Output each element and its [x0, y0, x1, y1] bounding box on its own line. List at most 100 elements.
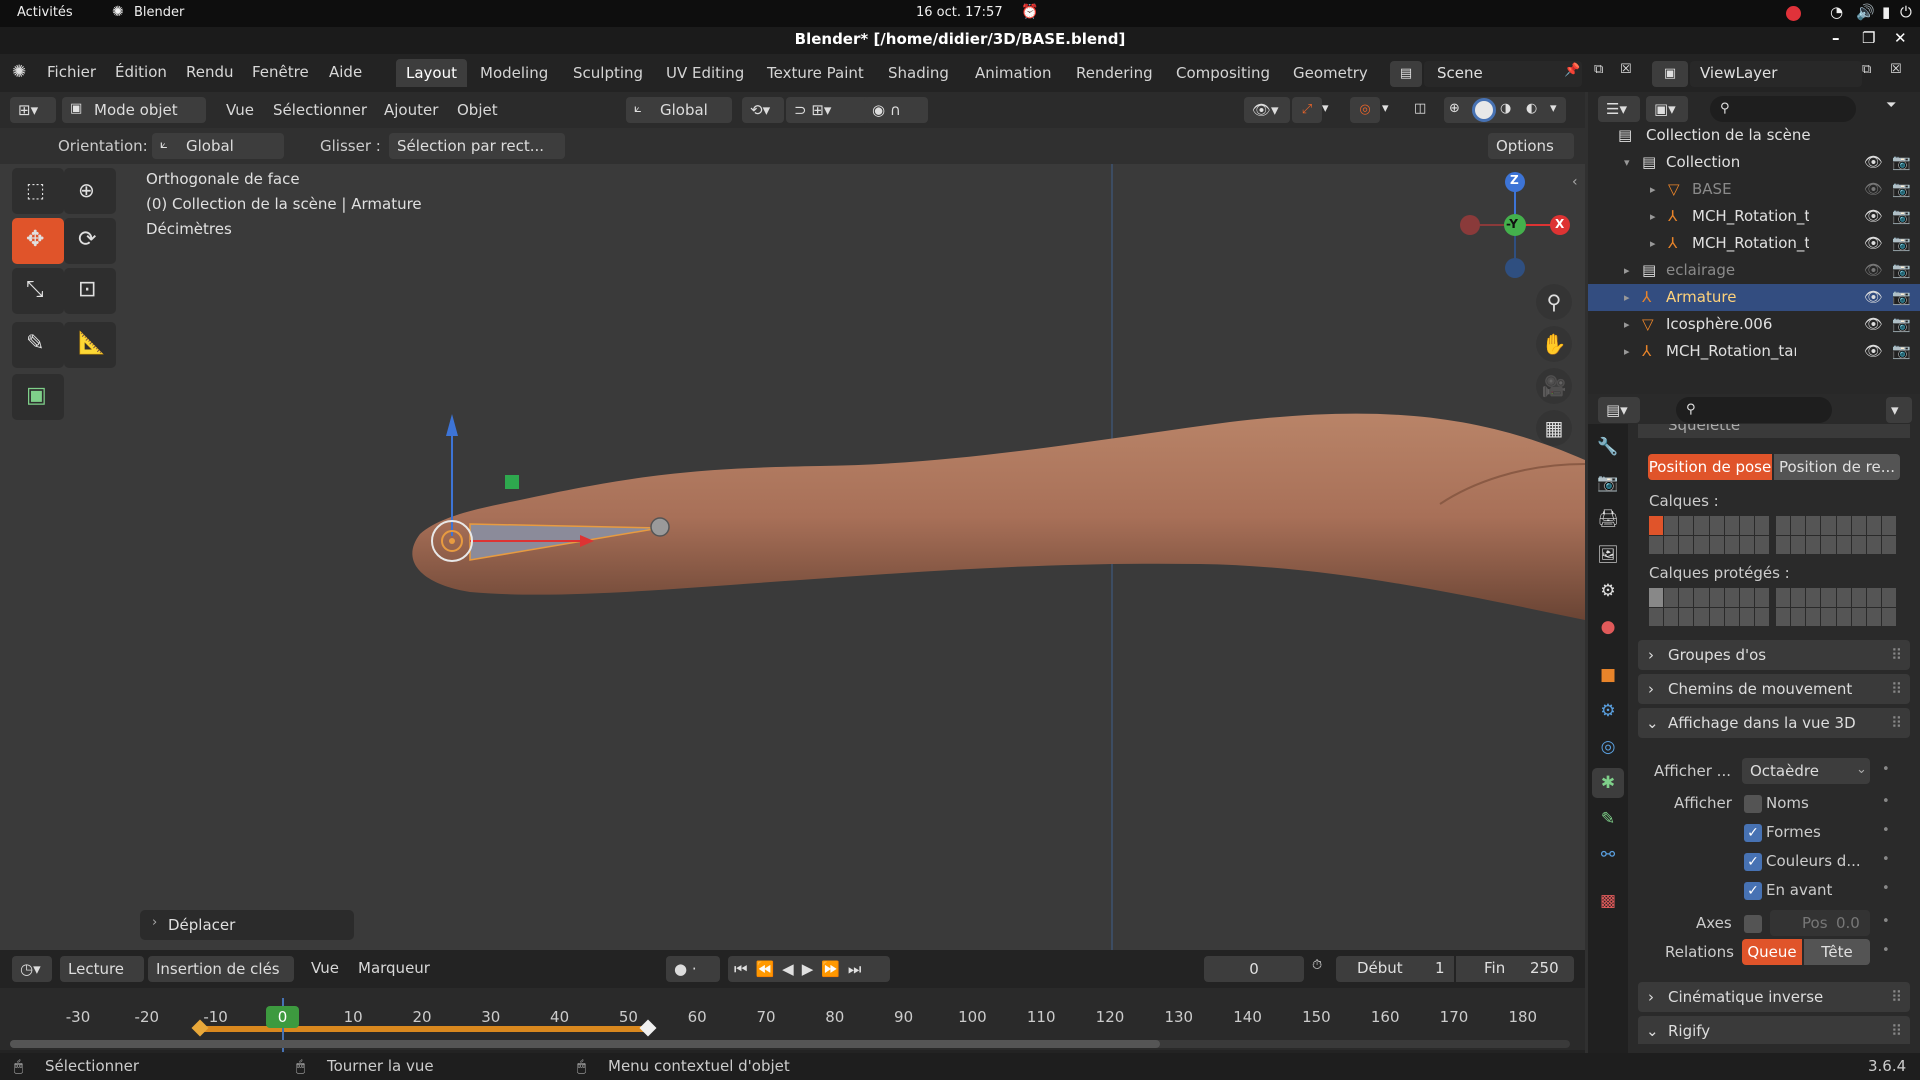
blender-menu-icon[interactable]: ✺ [12, 62, 26, 82]
visibility-eye-icon[interactable]: 👁 [1864, 149, 1883, 176]
render-camera-icon[interactable]: 📷 [1892, 257, 1911, 284]
filter-icon[interactable]: ⏷ [1886, 98, 1896, 113]
tail-button[interactable]: Queue [1742, 939, 1802, 965]
properties-search-input[interactable]: ⚲ [1676, 397, 1832, 423]
outliner-row[interactable]: ▸ ⅄ MCH_Rotation_target 👁 📷 [1588, 338, 1920, 365]
render-camera-icon[interactable]: 📷 [1892, 203, 1911, 230]
tab-sculpting[interactable]: Sculpting [563, 59, 653, 87]
volume-icon[interactable]: 🔊 [1856, 3, 1875, 21]
menu-file[interactable]: Fichier [47, 63, 96, 81]
menu-keying[interactable]: Insertion de clés [148, 956, 294, 982]
proportional-edit-icon[interactable]: ◉ ∩ [864, 97, 928, 123]
keyframe-dot-icon[interactable]: • [1882, 943, 1890, 958]
pose-position-button[interactable]: Position de pose [1648, 454, 1772, 480]
pivot-point-icon[interactable]: ⟲▾ [742, 97, 784, 123]
menu-view[interactable]: Vue [226, 101, 254, 119]
pan-hand-icon[interactable]: ✋ [1536, 326, 1572, 362]
activities-button[interactable]: Activités [17, 5, 73, 20]
render-camera-icon[interactable]: 📷 [1892, 338, 1911, 365]
xray-icon[interactable]: ◫ [1414, 101, 1426, 116]
transform-orientation-dropdown[interactable]: Global [626, 97, 732, 123]
new-view-layer-icon[interactable]: ⧉ [1862, 62, 1871, 77]
drag-dropdown[interactable]: Sélection par rect... [389, 133, 565, 159]
outliner-search-input[interactable]: ⚲ [1710, 96, 1856, 122]
cursor-tool[interactable]: ⊕ [64, 168, 116, 214]
timeline-editor-type-icon[interactable]: ◷▾ [12, 956, 52, 982]
tab-texture-paint[interactable]: Texture Paint [757, 59, 874, 87]
record-indicator-icon[interactable] [1786, 6, 1801, 21]
maximize-icon[interactable]: ❐ [1862, 29, 1875, 47]
menu-playback[interactable]: Lecture [60, 956, 144, 982]
keyframe-dot-icon[interactable]: • [1882, 794, 1890, 809]
options-dropdown[interactable]: Options [1488, 133, 1574, 159]
chevron-right-icon[interactable]: ▸ [1650, 176, 1656, 203]
chevron-right-icon[interactable]: ▸ [1624, 284, 1630, 311]
drag-handle-icon[interactable]: ⠿ [1891, 674, 1902, 704]
scene-selector-icon[interactable]: ▤ [1390, 61, 1422, 87]
visibility-eye-icon[interactable]: 👁 [1864, 257, 1883, 284]
shading-dropdown-icon[interactable]: ▾ [1550, 101, 1557, 116]
delete-scene-icon[interactable]: ☒ [1620, 62, 1632, 77]
gizmo-toggle-icon[interactable]: ⤢ [1292, 97, 1322, 123]
zoom-icon[interactable]: ⚲ [1536, 284, 1572, 320]
playhead-frame[interactable]: 0 [266, 1006, 299, 1028]
solid-shading-icon[interactable] [1472, 98, 1496, 122]
visibility-eye-icon[interactable]: 👁 [1864, 311, 1883, 338]
in-front-checkbox[interactable]: ✓ [1744, 882, 1762, 900]
properties-options-icon[interactable]: ▾ [1886, 397, 1912, 423]
outliner-row[interactable]: ▸ ⅄ MCH_Rotation_ta 👁 📷 [1588, 203, 1920, 230]
tab-rendering[interactable]: Rendering [1066, 59, 1163, 87]
drag-handle-icon[interactable]: ⠿ [1891, 982, 1902, 1012]
outliner-row[interactable]: ▾ ▤ Collection 👁 📷 [1588, 149, 1920, 176]
render-camera-icon[interactable]: 📷 [1892, 311, 1911, 338]
names-checkbox[interactable] [1744, 795, 1762, 813]
drag-handle-icon[interactable]: ⠿ [1891, 708, 1902, 738]
chevron-down-icon[interactable]: ▾ [1624, 149, 1630, 176]
output-tab-icon[interactable]: 🖨 [1592, 504, 1624, 534]
tab-geometry-nodes[interactable]: Geometry N [1283, 59, 1379, 87]
outliner-row[interactable]: ▸ ⅄ MCH_Rotation_ta 👁 📷 [1588, 230, 1920, 257]
move-tool[interactable]: ✥ [12, 218, 64, 264]
physics-tab-icon[interactable]: ◎ [1592, 732, 1624, 762]
drag-handle-icon[interactable]: ⠿ [1891, 1016, 1902, 1046]
clock[interactable]: 16 oct. 17:57 [916, 5, 1003, 20]
keyframe-dot-icon[interactable]: • [1882, 852, 1890, 867]
preview-range-icon[interactable]: ⏱ [1312, 958, 1322, 973]
visibility-eye-icon[interactable]: 👁 [1864, 176, 1883, 203]
layers-grid-a[interactable] [1649, 516, 1769, 554]
chevron-right-icon[interactable]: ▸ [1650, 203, 1656, 230]
ik-panel[interactable]: › Cinématique inverse ⠿ [1638, 982, 1910, 1012]
keyframe-dot-icon[interactable]: • [1882, 914, 1890, 929]
battery-icon[interactable]: ▮ [1882, 3, 1890, 21]
tool-tab-icon[interactable]: 🔧 [1592, 432, 1624, 462]
scrollbar-thumb[interactable] [10, 1040, 1160, 1048]
menu-window[interactable]: Fenêtre [252, 63, 309, 81]
tab-animation[interactable]: Animation [965, 59, 1061, 87]
pin-icon[interactable]: 📌 [1564, 63, 1580, 78]
armature-data-tab-icon[interactable]: ✱ [1592, 768, 1624, 798]
last-operator-panel[interactable]: › Déplacer [140, 910, 354, 940]
rendered-shading-icon[interactable]: ◐ [1526, 101, 1537, 116]
bone-groups-panel[interactable]: › Groupes d'os ⠿ [1638, 640, 1910, 670]
tab-shading[interactable]: Shading [878, 59, 959, 87]
world-tab-icon[interactable]: ● [1592, 612, 1624, 642]
protected-layers-grid-a[interactable] [1649, 588, 1769, 626]
snap-icon[interactable]: ⊃ ⊞▾ [786, 97, 876, 123]
render-camera-icon[interactable]: 📷 [1892, 149, 1911, 176]
render-camera-icon[interactable]: 📷 [1892, 176, 1911, 203]
outliner-row[interactable]: ▸ ⅄ Armature 👁 📷 [1588, 284, 1920, 311]
texture-tab-icon[interactable]: ▩ [1592, 886, 1624, 916]
drag-handle-icon[interactable]: ⠿ [1891, 640, 1902, 670]
visibility-eye-icon[interactable]: 👁 [1864, 284, 1883, 311]
display-as-dropdown[interactable]: Octaèdre [1742, 758, 1870, 784]
protected-layers-grid-b[interactable] [1776, 588, 1896, 626]
menu-marker[interactable]: Marqueur [358, 959, 430, 977]
bone-tab-icon[interactable]: ✎ [1592, 804, 1624, 834]
outliner-row[interactable]: ▸ ▽ BASE 👁 📷 [1588, 176, 1920, 203]
chevron-right-icon[interactable]: ▸ [1650, 230, 1656, 257]
camera-view-icon[interactable]: 🎥 [1536, 368, 1572, 404]
measure-tool[interactable]: 📐 [64, 322, 116, 368]
material-shading-icon[interactable]: ◑ [1500, 101, 1511, 116]
overlays-dropdown-icon[interactable]: ▾ [1382, 101, 1389, 116]
mode-dropdown[interactable]: Mode objet [62, 97, 206, 123]
